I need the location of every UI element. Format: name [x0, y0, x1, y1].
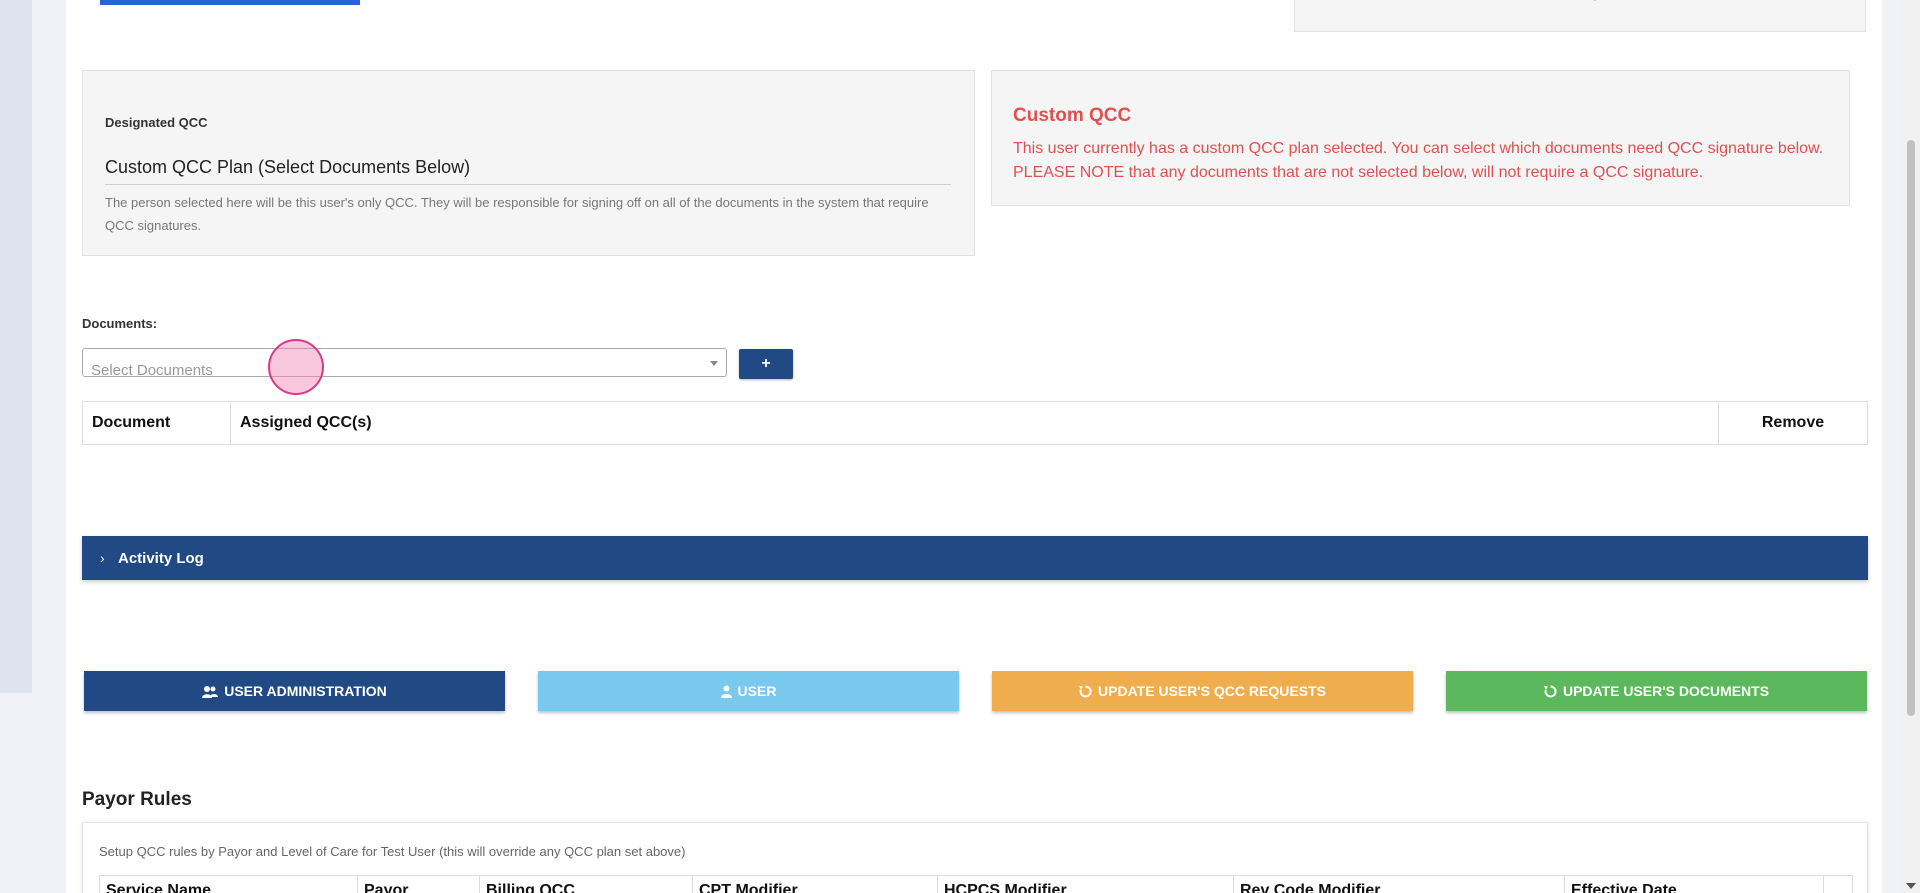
- top-action-button[interactable]: [100, 0, 360, 5]
- column-header-cpt-modifier[interactable]: CPT Modifier: [692, 875, 938, 893]
- column-header-service-name[interactable]: Service Name: [99, 875, 358, 893]
- documents-table: Document Assigned QCC(s) Remove: [82, 401, 1868, 445]
- payor-rules-description: Setup QCC rules by Payor and Level of Ca…: [99, 844, 686, 859]
- designated-qcc-field[interactable]: Custom QCC Plan (Select Documents Below): [105, 157, 951, 185]
- column-header-rev-code-modifier[interactable]: Rev Code Modifier: [1233, 875, 1565, 893]
- column-header-document: Document: [82, 401, 231, 445]
- user-administration-label: USER ADMINISTRATION: [224, 683, 387, 699]
- chevron-right-icon: ›: [100, 550, 105, 566]
- column-header-actions: [1823, 875, 1853, 893]
- table-header-row: Service Name Payor Billing QCC CPT Modif…: [99, 875, 1853, 893]
- column-header-payor[interactable]: Payor: [357, 875, 480, 893]
- column-header-assigned-qcc: Assigned QCC(s): [230, 401, 1719, 445]
- activity-log-label: Activity Log: [118, 549, 204, 567]
- designated-qcc-label: Designated QCC: [105, 115, 208, 130]
- table-header-row: Document Assigned QCC(s) Remove: [82, 401, 1868, 445]
- vertical-scrollbar[interactable]: [1902, 0, 1920, 893]
- user-icon: [720, 685, 732, 698]
- refresh-icon: [1543, 684, 1557, 697]
- update-qcc-requests-button[interactable]: UPDATE USER'S QCC REQUESTS: [992, 671, 1413, 711]
- designated-qcc-panel: Designated QCC Custom QCC Plan (Select D…: [82, 70, 975, 256]
- custom-qcc-alert: Custom QCC This user currently has a cus…: [991, 70, 1850, 206]
- user-button[interactable]: USER: [538, 671, 959, 711]
- cursor-indicator: [268, 339, 324, 395]
- payor-rules-panel: Setup QCC rules by Payor and Level of Ca…: [82, 822, 1868, 893]
- update-documents-label: UPDATE USER'S DOCUMENTS: [1562, 683, 1770, 699]
- user-administration-button[interactable]: USER ADMINISTRATION: [84, 671, 505, 711]
- activity-log-toggle[interactable]: › Activity Log: [82, 536, 1868, 580]
- chevron-down-icon: [710, 361, 718, 366]
- column-header-remove: Remove: [1718, 401, 1868, 445]
- custom-qcc-title: Custom QCC: [1013, 105, 1132, 126]
- scroll-down-arrow-icon[interactable]: [1906, 883, 1916, 889]
- custom-qcc-message: This user currently has a custom QCC pla…: [1013, 140, 1824, 181]
- documents-label: Documents:: [82, 316, 158, 331]
- refresh-icon: [1079, 684, 1092, 697]
- payor-rules-title: Payor Rules: [82, 789, 192, 810]
- update-documents-button[interactable]: UPDATE USER'S DOCUMENTS: [1446, 671, 1867, 711]
- documents-placeholder: Select Documents: [91, 362, 213, 379]
- left-sidebar-gutter: [0, 0, 32, 693]
- designated-qcc-help: The person selected here will be this us…: [105, 195, 929, 233]
- top-right-fragment: ·: [1593, 0, 1597, 6]
- payor-rules-table: Service Name Payor Billing QCC CPT Modif…: [99, 875, 1853, 893]
- update-qcc-requests-label: UPDATE USER'S QCC REQUESTS: [1098, 683, 1326, 699]
- top-right-panel: ·: [1294, 0, 1866, 32]
- user-label: USER: [737, 683, 777, 699]
- scrollbar-thumb[interactable]: [1907, 140, 1915, 716]
- column-header-effective-date[interactable]: Effective Date: [1564, 875, 1824, 893]
- column-header-hcpcs-modifier[interactable]: HCPCS Modifier: [937, 875, 1234, 893]
- users-icon: [202, 685, 219, 698]
- column-header-billing-qcc[interactable]: Billing QCC: [479, 875, 693, 893]
- documents-select[interactable]: Select Documents: [82, 348, 727, 379]
- add-document-button[interactable]: +: [739, 349, 793, 379]
